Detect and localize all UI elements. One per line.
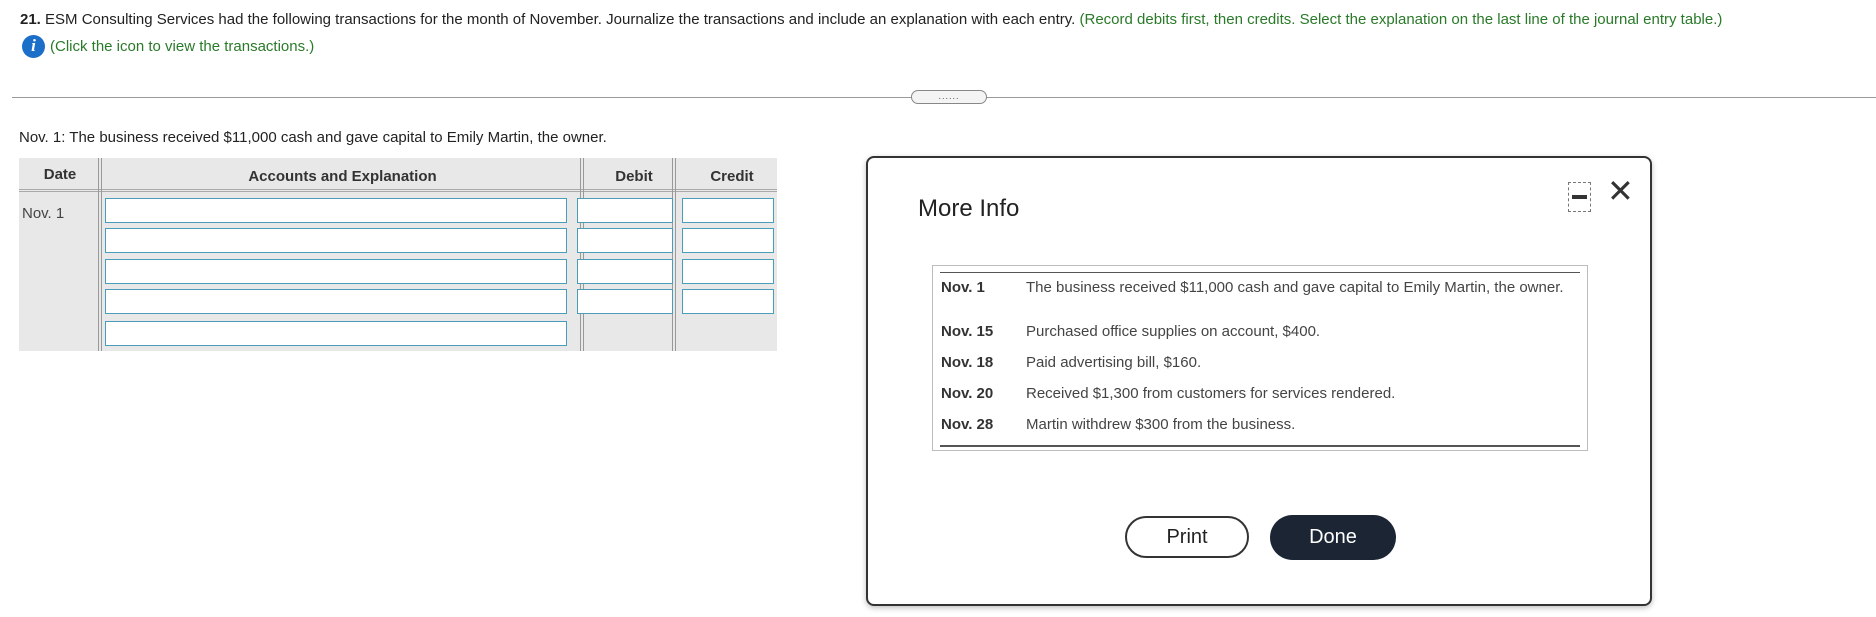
date-cell: Nov. 1: [22, 205, 65, 222]
transaction-date: Nov. 15: [941, 323, 994, 340]
credit-input-1[interactable]: [682, 198, 774, 223]
debit-input-1[interactable]: [577, 198, 673, 223]
column-divider: [98, 158, 102, 351]
print-button[interactable]: Print: [1125, 516, 1249, 558]
account-input-1[interactable]: [105, 198, 567, 223]
transaction-date: Nov. 1: [941, 279, 985, 296]
account-input-4[interactable]: [105, 289, 567, 314]
journal-entry-table: Date Accounts and Explanation Debit Cred…: [19, 158, 777, 351]
table-bottom-rule: [940, 445, 1580, 447]
info-link-row[interactable]: i (Click the icon to view the transactio…: [22, 34, 314, 58]
transaction-date: Nov. 28: [941, 416, 994, 433]
credit-input-2[interactable]: [682, 228, 774, 253]
column-divider: [672, 158, 676, 351]
transaction-date: Nov. 20: [941, 385, 994, 402]
account-input-3[interactable]: [105, 259, 567, 284]
account-input-2[interactable]: [105, 228, 567, 253]
transaction-desc: Martin withdrew $300 from the business.: [1026, 416, 1296, 433]
question-number: 21.: [20, 11, 41, 28]
info-icon[interactable]: i: [22, 34, 45, 58]
transactions-table: Nov. 1 The business received $11,000 cas…: [932, 265, 1588, 451]
panel-splitter-handle[interactable]: ......: [911, 90, 987, 104]
question-instruction: (Record debits first, then credits. Sele…: [1079, 11, 1723, 28]
header-debit: Debit: [615, 168, 653, 185]
transaction-date: Nov. 18: [941, 354, 994, 371]
more-info-dialog: More Info ✕ Nov. 1 The business received…: [866, 156, 1652, 606]
transaction-desc: Paid advertising bill, $160.: [1026, 354, 1202, 371]
transaction-desc: Received $1,300 from customers for servi…: [1026, 385, 1396, 402]
column-divider: [580, 158, 584, 351]
credit-input-3[interactable]: [682, 259, 774, 284]
question-text: 21. ESM Consulting Services had the foll…: [20, 10, 1870, 30]
debit-input-3[interactable]: [577, 259, 673, 284]
journal-header-row: Date Accounts and Explanation Debit Cred…: [19, 158, 777, 192]
transaction-row: Nov. 1 The business received $11,000 cas…: [941, 278, 1581, 318]
header-credit: Credit: [710, 168, 754, 185]
minimize-icon[interactable]: [1568, 182, 1591, 212]
transaction-prompt: Nov. 1: The business received $11,000 ca…: [19, 129, 607, 146]
info-link-text[interactable]: (Click the icon to view the transactions…: [50, 38, 314, 55]
transaction-desc: Purchased office supplies on account, $4…: [1026, 323, 1321, 340]
header-accounts: Accounts and Explanation: [248, 168, 437, 185]
transaction-desc: The business received $11,000 cash and g…: [1026, 279, 1564, 296]
credit-input-4[interactable]: [682, 289, 774, 314]
done-button[interactable]: Done: [1270, 515, 1396, 560]
close-icon[interactable]: ✕: [1607, 175, 1634, 207]
debit-input-4[interactable]: [577, 289, 673, 314]
table-top-rule: [940, 272, 1580, 273]
header-date: Date: [43, 166, 77, 183]
explanation-input[interactable]: [105, 321, 567, 346]
dialog-title: More Info: [918, 195, 1020, 222]
debit-input-2[interactable]: [577, 228, 673, 253]
question-body: ESM Consulting Services had the followin…: [45, 11, 1076, 28]
